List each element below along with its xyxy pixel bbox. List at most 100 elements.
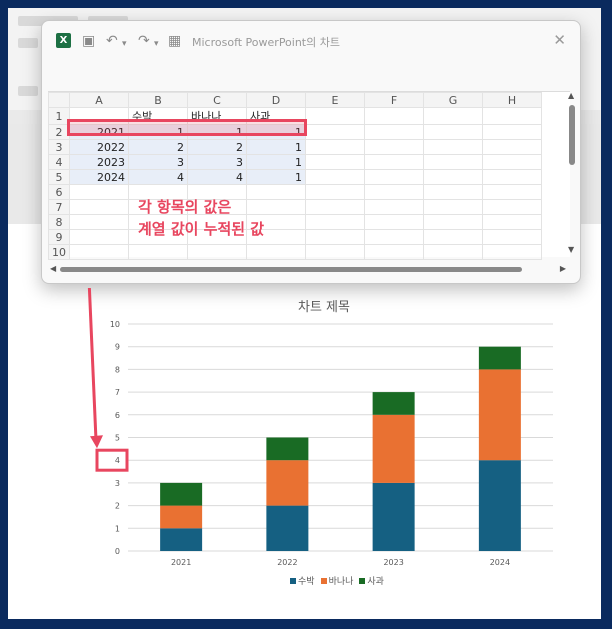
vertical-scrollbar[interactable]: ▲ ▼ <box>568 91 576 254</box>
column-header[interactable]: D <box>246 92 306 108</box>
cell[interactable] <box>305 184 365 200</box>
cell[interactable] <box>305 199 365 215</box>
cell[interactable] <box>482 184 542 200</box>
bar-segment[interactable] <box>160 528 203 551</box>
cell[interactable] <box>482 139 542 155</box>
cell[interactable] <box>128 244 188 260</box>
cell[interactable] <box>364 169 424 185</box>
cell[interactable] <box>423 139 483 155</box>
bar-segment[interactable] <box>372 392 415 415</box>
cell[interactable] <box>364 184 424 200</box>
cell[interactable] <box>423 154 483 170</box>
cell[interactable] <box>305 124 365 140</box>
corner-cell[interactable] <box>48 92 70 108</box>
redo-dropdown-icon[interactable]: ▾ <box>154 36 159 52</box>
cell[interactable] <box>482 214 542 230</box>
cell[interactable] <box>69 244 129 260</box>
row-header[interactable]: 4 <box>48 154 70 170</box>
edit-in-excel-icon[interactable]: ▦ <box>168 33 181 49</box>
cell[interactable] <box>305 229 365 245</box>
cell[interactable] <box>305 107 365 125</box>
scroll-down-icon[interactable]: ▼ <box>568 245 574 254</box>
cell[interactable]: 3 <box>128 154 188 170</box>
cell[interactable] <box>482 169 542 185</box>
cell[interactable] <box>364 124 424 140</box>
cell[interactable] <box>482 107 542 125</box>
cell[interactable] <box>187 244 247 260</box>
cell[interactable] <box>246 244 306 260</box>
cell[interactable] <box>423 214 483 230</box>
cell[interactable] <box>69 184 129 200</box>
cell[interactable] <box>482 199 542 215</box>
column-header[interactable]: E <box>305 92 365 108</box>
bar-segment[interactable] <box>372 414 415 483</box>
cell[interactable] <box>423 124 483 140</box>
bar-segment[interactable] <box>478 460 521 551</box>
spreadsheet-grid[interactable]: A B C D E F G H 1 수박 바나나 사과 2 2021 1 1 1… <box>48 92 542 260</box>
bar-segment[interactable] <box>160 482 203 506</box>
cell[interactable]: 4 <box>187 169 247 185</box>
cell[interactable] <box>423 184 483 200</box>
bar-segment[interactable] <box>478 346 521 370</box>
column-header[interactable]: C <box>187 92 247 108</box>
bar-segment[interactable] <box>478 369 521 461</box>
stacked-bar-chart[interactable]: 0 1 2 3 4 5 6 7 8 9 10 2021 2022 2023 2024 <box>8 288 601 618</box>
cell[interactable]: 2022 <box>69 139 129 155</box>
cell[interactable] <box>423 169 483 185</box>
column-header[interactable]: B <box>128 92 188 108</box>
spreadsheet[interactable]: A B C D E F G H 1 수박 바나나 사과 2 2021 1 1 1… <box>48 91 570 260</box>
cell[interactable] <box>305 139 365 155</box>
cell[interactable]: 2 <box>128 139 188 155</box>
cell[interactable]: 2024 <box>69 169 129 185</box>
scroll-left-icon[interactable]: ◀ <box>50 264 56 273</box>
bar-segment[interactable] <box>266 460 309 506</box>
cell[interactable] <box>364 244 424 260</box>
column-header[interactable]: G <box>423 92 483 108</box>
cell[interactable]: 2 <box>187 139 247 155</box>
scroll-up-icon[interactable]: ▲ <box>568 91 574 100</box>
cell[interactable] <box>305 154 365 170</box>
scrollbar-thumb[interactable] <box>60 267 522 272</box>
cell[interactable] <box>482 229 542 245</box>
cell[interactable] <box>364 139 424 155</box>
column-header[interactable]: H <box>482 92 542 108</box>
cell[interactable]: 1 <box>246 154 306 170</box>
cell[interactable]: 4 <box>128 169 188 185</box>
cell[interactable] <box>364 107 424 125</box>
cell[interactable] <box>364 214 424 230</box>
row-header[interactable]: 9 <box>48 229 70 245</box>
horizontal-scrollbar[interactable]: ◀ ▶ <box>50 264 566 274</box>
bar-segment[interactable] <box>372 482 415 551</box>
row-header[interactable]: 8 <box>48 214 70 230</box>
cell[interactable] <box>482 124 542 140</box>
row-header[interactable]: 3 <box>48 139 70 155</box>
chart-legend[interactable]: 수박 바나나 사과 <box>290 574 384 587</box>
redo-icon[interactable]: ↷ <box>138 33 150 49</box>
undo-icon[interactable]: ↶ <box>106 33 118 49</box>
row-header[interactable]: 5 <box>48 169 70 185</box>
cell[interactable] <box>305 244 365 260</box>
cell[interactable] <box>364 229 424 245</box>
bar-segment[interactable] <box>266 437 309 461</box>
cell[interactable]: 3 <box>187 154 247 170</box>
bar-segment[interactable] <box>160 505 203 529</box>
column-header[interactable]: A <box>69 92 129 108</box>
row-header[interactable]: 10 <box>48 244 70 260</box>
cell[interactable] <box>305 169 365 185</box>
undo-dropdown-icon[interactable]: ▾ <box>122 36 127 52</box>
row-header[interactable]: 6 <box>48 184 70 200</box>
cell[interactable] <box>423 199 483 215</box>
cell[interactable] <box>423 229 483 245</box>
cell[interactable] <box>364 154 424 170</box>
cell[interactable] <box>482 244 542 260</box>
cell[interactable] <box>69 229 129 245</box>
cell[interactable] <box>69 199 129 215</box>
row-header[interactable]: 7 <box>48 199 70 215</box>
cell[interactable]: 2023 <box>69 154 129 170</box>
scroll-right-icon[interactable]: ▶ <box>560 264 566 273</box>
cell[interactable]: 1 <box>246 169 306 185</box>
cell[interactable] <box>364 199 424 215</box>
save-icon[interactable]: ▣ <box>82 33 95 49</box>
cell[interactable] <box>423 107 483 125</box>
cell[interactable] <box>69 214 129 230</box>
